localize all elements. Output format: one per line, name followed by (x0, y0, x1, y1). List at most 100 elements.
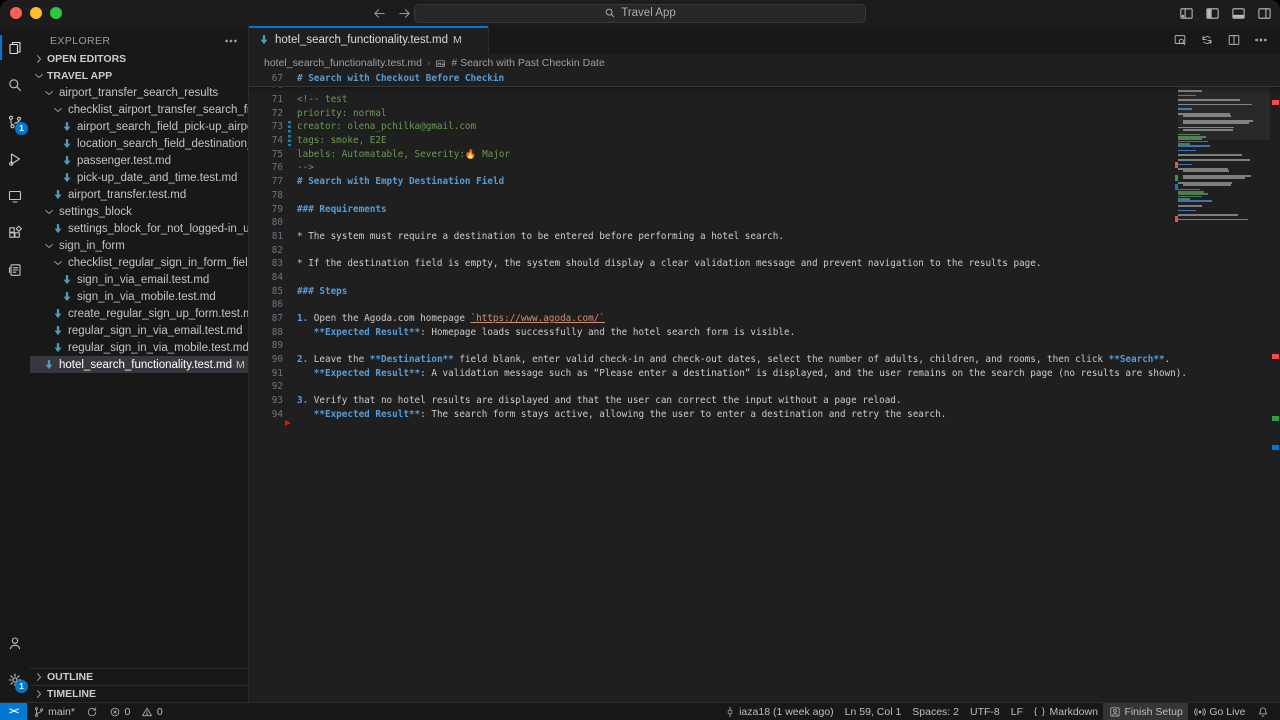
code-line[interactable]: 73creator: olena_pchilka@gmail.com (249, 120, 1280, 134)
code-line[interactable]: 84 (249, 271, 1280, 285)
status-sync[interactable] (80, 703, 103, 720)
code-line[interactable]: 76--> (249, 161, 1280, 175)
code-line[interactable]: 86 (249, 298, 1280, 312)
code-line[interactable]: 92 (249, 380, 1280, 394)
toggle-secondary-sidebar-icon[interactable] (1257, 6, 1272, 21)
code-line[interactable]: 81* The system must require a destinatio… (249, 230, 1280, 244)
chevron-right-icon (33, 688, 45, 700)
status-go-live[interactable]: Go Live (1188, 703, 1251, 720)
timeline-section[interactable]: TIMELINE (30, 685, 248, 702)
tree-folder-item[interactable]: checklist_airport_transfer_search_fie… (30, 101, 248, 118)
more-actions-icon[interactable] (1254, 33, 1268, 47)
open-preview-icon[interactable] (1173, 33, 1187, 47)
git-modified-indicator (288, 216, 297, 230)
status-git-branch[interactable]: main* (27, 703, 80, 720)
status-cursor-position[interactable]: Ln 59, Col 1 (839, 703, 907, 720)
minimize-window-button[interactable] (30, 7, 42, 19)
status-eol[interactable]: LF (1005, 703, 1028, 720)
outline-section[interactable]: OUTLINE (30, 668, 248, 685)
activity-notebook-icon[interactable] (0, 251, 30, 288)
tree-folder-item[interactable]: sign_in_form (30, 237, 248, 254)
open-changes-icon[interactable] (1200, 33, 1214, 47)
tree-file-item[interactable]: location_search_field_destination_l… (30, 135, 248, 152)
customize-layout-icon[interactable] (1179, 6, 1194, 21)
code-line[interactable]: 74tags: smoke, E2E (249, 134, 1280, 148)
activity-search-icon[interactable] (0, 66, 30, 103)
activity-source-control-icon[interactable]: 1 (0, 103, 30, 140)
code-line[interactable]: 77# Search with Empty Destination Field (249, 175, 1280, 189)
code-line[interactable]: 79### Requirements (249, 202, 1280, 216)
tree-file-item[interactable]: hotel_search_functionality.test.mdM (30, 356, 248, 373)
tree-folder-item[interactable]: airport_transfer_search_results (30, 84, 248, 101)
breadcrumb-symbol[interactable]: # Search with Past Checkin Date (451, 57, 605, 69)
status-indentation[interactable]: Spaces: 2 (907, 703, 965, 720)
status-errors[interactable]: 0 (103, 703, 135, 720)
workspace-section[interactable]: TRAVEL APP (30, 67, 248, 84)
toggle-panel-icon[interactable] (1231, 6, 1246, 21)
tree-file-item[interactable]: passenger.test.md (30, 152, 248, 169)
toggle-sidebar-icon[interactable] (1205, 6, 1220, 21)
code-line[interactable]: 88 **Expected Result**: Homepage loads s… (249, 325, 1280, 339)
code-line[interactable]: 85### Steps (249, 284, 1280, 298)
close-tab-icon[interactable] (467, 34, 479, 46)
activity-files-icon[interactable] (0, 29, 30, 66)
tree-item-label: create_regular_sign_up_form.test.md (68, 308, 248, 320)
tree-file-item[interactable]: regular_sign_in_via_email.test.md (30, 322, 248, 339)
overview-ruler-decoration (1272, 354, 1279, 359)
status-warnings[interactable]: 0 (136, 703, 168, 720)
status-bar: ><main* 0 0 iaza18 (1 week ago)Ln 59, Col … (0, 702, 1280, 720)
tree-file-item[interactable]: regular_sign_in_via_mobile.test.md (30, 339, 248, 356)
status-git-blame[interactable]: iaza18 (1 week ago) (718, 703, 839, 720)
breadcrumb-file[interactable]: hotel_search_functionality.test.md (264, 57, 422, 69)
command-center[interactable]: Travel App (414, 4, 866, 23)
tree-file-item[interactable]: settings_block_for_not_logged-in_us… (30, 220, 248, 237)
explorer-actions-icon[interactable] (224, 34, 238, 48)
navigate-forward-icon[interactable] (397, 6, 412, 21)
tree-file-item[interactable]: pick-up_date_and_time.test.md (30, 169, 248, 186)
split-editor-icon[interactable] (1227, 33, 1241, 47)
status-notifications[interactable] (1251, 703, 1274, 720)
status-finish-setup[interactable]: Finish Setup (1103, 703, 1188, 720)
code-line[interactable]: 72priority: normal (249, 106, 1280, 120)
code-line[interactable]: 71<!-- test (249, 93, 1280, 107)
activity-settings-gear-icon[interactable]: 1 (0, 661, 30, 698)
tree-file-item[interactable]: sign_in_via_mobile.test.md (30, 288, 248, 305)
activity-run-debug-icon[interactable] (0, 140, 30, 177)
navigate-back-icon[interactable] (372, 6, 387, 21)
code-line[interactable]: 75labels: Automatable, Severity:🔥 Major (249, 147, 1280, 161)
code-line-sticky[interactable]: 67# Search with Checkout Before Checkin (249, 72, 1280, 86)
code-line[interactable]: 78 (249, 189, 1280, 203)
tree-file-item[interactable]: create_regular_sign_up_form.test.md (30, 305, 248, 322)
activity-extensions-icon[interactable] (0, 214, 30, 251)
status-label: 0 (157, 706, 163, 718)
status-remote[interactable]: >< (0, 703, 27, 720)
markdown-file-icon (43, 359, 55, 371)
status-encoding[interactable]: UTF-8 (964, 703, 1005, 720)
overview-ruler[interactable] (1270, 72, 1280, 702)
code-line-partial[interactable]: 70 (249, 87, 1280, 93)
code-line[interactable]: 871. Open the Agoda.com homepage `https:… (249, 312, 1280, 326)
activity-remote-explorer-icon[interactable] (0, 177, 30, 214)
code-line[interactable]: 933. Verify that no hotel results are di… (249, 394, 1280, 408)
tree-file-item[interactable]: sign_in_via_email.test.md (30, 271, 248, 288)
zoom-window-button[interactable] (50, 7, 62, 19)
tree-file-item[interactable]: airport_transfer.test.md (30, 186, 248, 203)
tab-label: hotel_search_functionality.test.md (275, 34, 448, 46)
minimap[interactable] (1178, 74, 1270, 221)
code-line[interactable]: 91 **Expected Result**: A validation mes… (249, 366, 1280, 380)
tree-folder-item[interactable]: checklist_regular_sign_in_form_field… (30, 254, 248, 271)
open-editors-section[interactable]: OPEN EDITORS (30, 50, 248, 67)
code-line[interactable]: 89 (249, 339, 1280, 353)
code-line[interactable]: 82 (249, 243, 1280, 257)
tab-hotel-search-functionality[interactable]: hotel_search_functionality.test.md M (249, 26, 489, 54)
code-line[interactable]: 80 (249, 216, 1280, 230)
close-window-button[interactable] (10, 7, 22, 19)
code-line[interactable]: 83* If the destination field is empty, t… (249, 257, 1280, 271)
code-line[interactable]: 902. Leave the **Destination** field bla… (249, 353, 1280, 367)
code-editor[interactable]: 67# Search with Checkout Before Checkin … (249, 72, 1280, 702)
tree-file-item[interactable]: airport_search_field_pick-up_airpor… (30, 118, 248, 135)
status-language-mode[interactable]: { }Markdown (1029, 703, 1104, 720)
tree-folder-item[interactable]: settings_block (30, 203, 248, 220)
activity-account-icon[interactable] (0, 624, 30, 661)
code-line[interactable]: 94 **Expected Result**: The search form … (249, 408, 1280, 422)
